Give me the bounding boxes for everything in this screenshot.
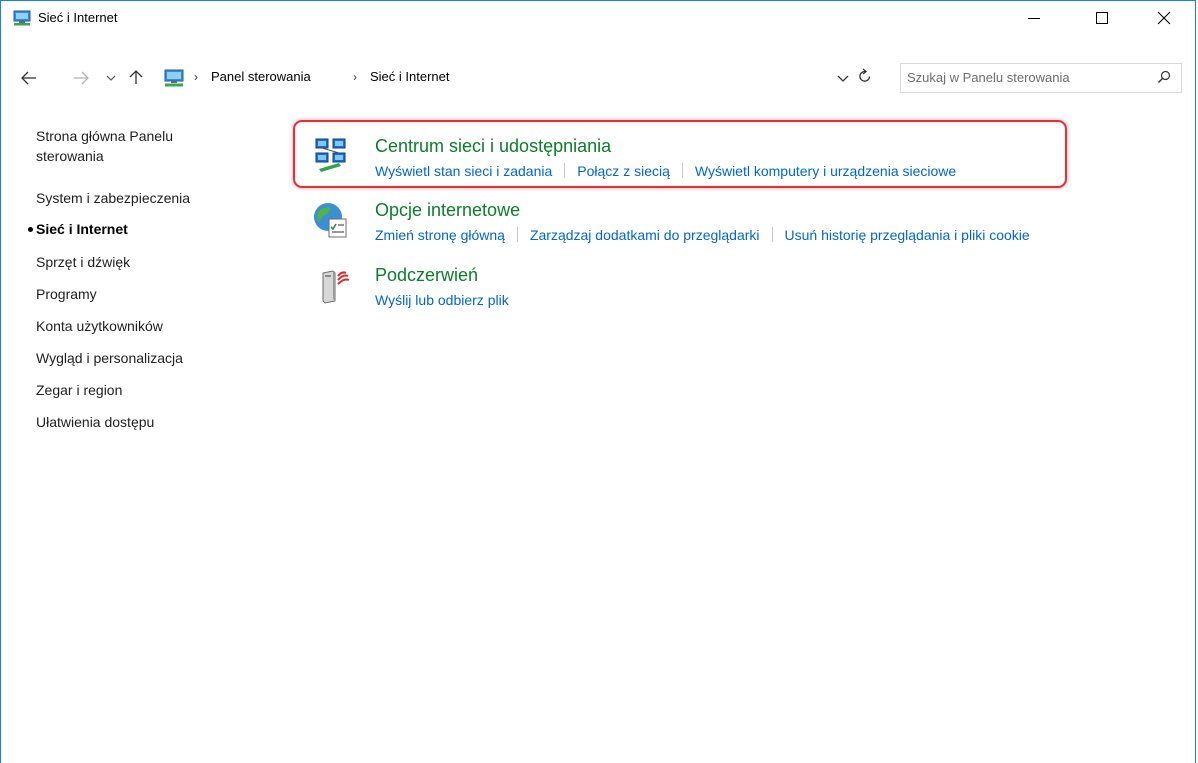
refresh-button[interactable] [858, 68, 872, 89]
search-button[interactable] [1157, 70, 1171, 89]
network-sharing-center-icon [315, 138, 346, 172]
link-delete-browsing-history[interactable]: Usuń historię przeglądania i pliki cooki… [785, 227, 1030, 243]
category-links: Zmień stronę główną Zarządzaj dodatkami d… [375, 227, 1030, 243]
nav-appearance[interactable]: Wygląd i personalizacja [36, 348, 183, 368]
arrow-left-icon [21, 71, 36, 85]
recent-locations-button[interactable] [106, 68, 116, 88]
internet-options-icon [314, 203, 347, 238]
up-button[interactable] [129, 67, 143, 87]
category-links: Wyświetl stan sieci i zadania Połącz z si… [375, 163, 956, 179]
nav-item-label: Strona główna Panelu [36, 128, 173, 144]
minimize-icon [1028, 17, 1040, 19]
network-folder-icon [164, 69, 184, 87]
maximize-icon [1096, 11, 1108, 24]
breadcrumb-network-internet[interactable]: Sieć i Internet [370, 69, 450, 84]
nav-ease-of-access[interactable]: Ułatwienia dostępu [36, 412, 154, 432]
category-title[interactable]: Opcje internetowe [375, 200, 520, 221]
nav-network-internet[interactable]: Sieć i Internet [36, 219, 128, 239]
window-title: Sieć i Internet [38, 10, 118, 25]
link-divider [681, 163, 683, 178]
close-icon [1157, 11, 1171, 24]
nav-item-label: sterowania [36, 148, 104, 164]
category-title[interactable]: Centrum sieci i udostępniania [375, 136, 611, 157]
arrow-right-icon [74, 71, 89, 85]
category-title[interactable]: Podczerwień [375, 265, 478, 286]
active-bullet-icon [28, 227, 33, 232]
maximize-button[interactable] [1079, 1, 1125, 34]
minimize-button[interactable] [1011, 1, 1057, 34]
breadcrumb-separator-icon: › [194, 70, 198, 84]
infrared-icon [322, 270, 350, 304]
back-button[interactable] [21, 68, 37, 88]
category-links: Wyślij lub odbierz plik [375, 292, 509, 308]
refresh-icon [859, 68, 871, 82]
nav-user-accounts[interactable]: Konta użytkowników [36, 316, 163, 336]
title-bar: Sieć i Internet [1, 1, 1195, 34]
nav-system-security[interactable]: System i zabezpieczenia [36, 188, 190, 208]
link-send-receive-file[interactable]: Wyślij lub odbierz plik [375, 292, 509, 308]
chevron-down-icon [837, 75, 849, 82]
link-divider [516, 227, 518, 242]
address-dropdown-button[interactable] [837, 70, 849, 88]
nav-clock-region[interactable]: Zegar i region [36, 380, 122, 400]
link-divider [771, 227, 773, 242]
arrow-up-icon [129, 70, 143, 84]
nav-hardware-sound[interactable]: Sprzęt i dźwięk [36, 252, 130, 272]
forward-button[interactable] [73, 68, 89, 88]
breadcrumb-control-panel[interactable]: Panel sterowania [211, 69, 311, 84]
nav-control-panel-home[interactable]: Strona główna Panelu sterowania [36, 126, 173, 166]
link-change-home-page[interactable]: Zmień stronę główną [375, 227, 505, 243]
network-folder-icon [13, 10, 31, 26]
search-icon [1158, 70, 1171, 83]
link-divider [564, 163, 566, 178]
link-view-network-computers[interactable]: Wyświetl komputery i urządzenia sieciowe [695, 163, 956, 179]
chevron-down-icon [106, 75, 116, 81]
link-view-network-status[interactable]: Wyświetl stan sieci i zadania [375, 163, 552, 179]
control-panel-window: Sieć i Internet › Panel sterowania › Sie… [0, 0, 1196, 763]
link-manage-addons[interactable]: Zarządzaj dodatkami do przeglądarki [530, 227, 760, 243]
close-button[interactable] [1141, 1, 1187, 34]
nav-programs[interactable]: Programy [36, 284, 97, 304]
link-connect-to-network[interactable]: Połącz z siecią [577, 163, 670, 179]
breadcrumb-separator-icon: › [353, 70, 357, 84]
search-input[interactable] [907, 65, 1147, 89]
